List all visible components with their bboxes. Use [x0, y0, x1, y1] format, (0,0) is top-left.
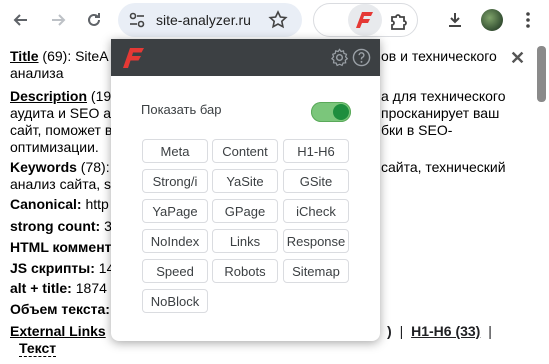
description-tail-2: просканирует ваш [381, 105, 500, 121]
separator: | [399, 323, 404, 339]
alt-title-text: 1874 [71, 280, 107, 296]
title-line: Title (69): SiteA [10, 48, 109, 65]
browser-toolbar: site-analyzer.ru [0, 0, 549, 40]
show-bar-toggle[interactable] [311, 102, 351, 122]
text-volume-label: Объем текста: [10, 301, 110, 317]
links-button[interactable]: Links [212, 229, 278, 253]
gsite-button[interactable]: GSite [283, 169, 349, 193]
title-text-2: анализа [10, 65, 64, 81]
description-line-4: оптимизации. [10, 139, 99, 156]
extension-popup: Показать бар Meta Content H1-H6 Strong/i… [111, 39, 380, 341]
keywords-tail: сайта, технический [381, 159, 506, 175]
description-line-2: аудита и SEO а [10, 105, 111, 122]
description-label[interactable]: Description [10, 88, 87, 104]
text-volume-line: Объем текста: [10, 301, 110, 318]
keywords-text: (78): [76, 159, 110, 175]
canonical-text: http [81, 196, 109, 212]
alt-title-line: alt + title: 1874 [10, 280, 107, 297]
external-links-line: External Links [10, 323, 106, 340]
description-tail-3: бки в SEO- [381, 122, 453, 138]
alt-title-label: alt + title: [10, 280, 72, 296]
text-link-line: Текст [19, 340, 57, 357]
noindex-button[interactable]: NoIndex [142, 229, 208, 253]
icheck-button[interactable]: iCheck [283, 199, 349, 223]
forward-arrow-icon[interactable] [46, 8, 70, 32]
strong-i-button[interactable]: Strong/i [142, 169, 208, 193]
page-scrollbar[interactable] [537, 46, 546, 102]
meta-button[interactable]: Meta [142, 139, 208, 163]
h1-h6-link[interactable]: H1-H6 (33) [411, 323, 480, 339]
title-line-2: анализа [10, 65, 64, 82]
gpage-button[interactable]: GPage [212, 199, 278, 223]
noblock-button[interactable]: NoBlock [142, 289, 208, 313]
separator: | [488, 323, 492, 339]
profile-avatar[interactable] [481, 9, 503, 31]
bottom-links: ) | H1-H6 (33) | [387, 323, 492, 339]
title-label[interactable]: Title [10, 48, 39, 64]
extensions-area [313, 3, 418, 37]
show-bar-label: Показать бар [141, 102, 222, 117]
yasite-button[interactable]: YaSite [212, 169, 278, 193]
description-line-3: сайт, поможет в [10, 122, 112, 139]
keywords-label: Keywords [10, 159, 77, 175]
strong-count-line: strong count: 3 [10, 218, 112, 235]
speed-button[interactable]: Speed [142, 259, 208, 283]
toggle-knob [333, 104, 349, 120]
download-icon[interactable] [443, 8, 467, 32]
description-text-4: оптимизации. [10, 139, 99, 155]
html-comments-line: HTML коммент [10, 239, 112, 256]
keywords-line-2: анализ сайта, s [10, 176, 111, 193]
sitemap-button[interactable]: Sitemap [283, 259, 349, 283]
h1-h6-button[interactable]: H1-H6 [283, 139, 349, 163]
response-button[interactable]: Response [283, 229, 349, 253]
canonical-label: Canonical: [10, 196, 82, 212]
description-text: (19 [87, 88, 112, 104]
close-panel-icon[interactable]: ✕ [510, 48, 525, 69]
title-tail: ов и технического [381, 48, 497, 64]
extensions-puzzle-icon[interactable] [388, 9, 410, 36]
back-arrow-icon[interactable] [9, 8, 33, 32]
reload-icon[interactable] [82, 8, 106, 32]
description-text-3: сайт, поможет в [10, 122, 113, 138]
external-links-paren: ) [387, 323, 392, 339]
bookmark-star-icon[interactable] [268, 10, 288, 35]
site-analyzer-logo-icon [123, 48, 145, 73]
strong-count-label: strong count: [10, 218, 101, 234]
js-scripts-label: JS скрипты: [10, 260, 95, 276]
description-line: Description (19 [10, 88, 111, 105]
menu-kebab-icon[interactable] [516, 8, 540, 32]
site-analyzer-extension-icon[interactable] [348, 4, 382, 36]
url-text[interactable]: site-analyzer.ru [156, 12, 251, 28]
help-icon[interactable] [352, 48, 371, 72]
title-text: (69): SiteA [38, 48, 109, 64]
yapage-button[interactable]: YaPage [142, 199, 208, 223]
canonical-line: Canonical: http [10, 196, 109, 213]
js-scripts-line: JS скрипты: 14 [10, 260, 114, 277]
description-tail-1: а для технического [381, 88, 506, 104]
address-bar[interactable]: site-analyzer.ru [118, 3, 302, 37]
popup-header [111, 39, 380, 76]
html-comments-label: HTML коммент [10, 239, 112, 255]
description-text-2: аудита и SEO а [10, 105, 112, 121]
external-links-label[interactable]: External Links [10, 323, 106, 339]
robots-button[interactable]: Robots [212, 259, 278, 283]
keywords-text-2: анализ сайта, s [10, 176, 112, 192]
text-link[interactable]: Текст [19, 340, 57, 357]
settings-gear-icon[interactable] [330, 48, 349, 72]
site-info-icon[interactable] [128, 12, 146, 33]
content-button[interactable]: Content [212, 139, 278, 163]
keywords-line: Keywords (78): [10, 159, 110, 176]
